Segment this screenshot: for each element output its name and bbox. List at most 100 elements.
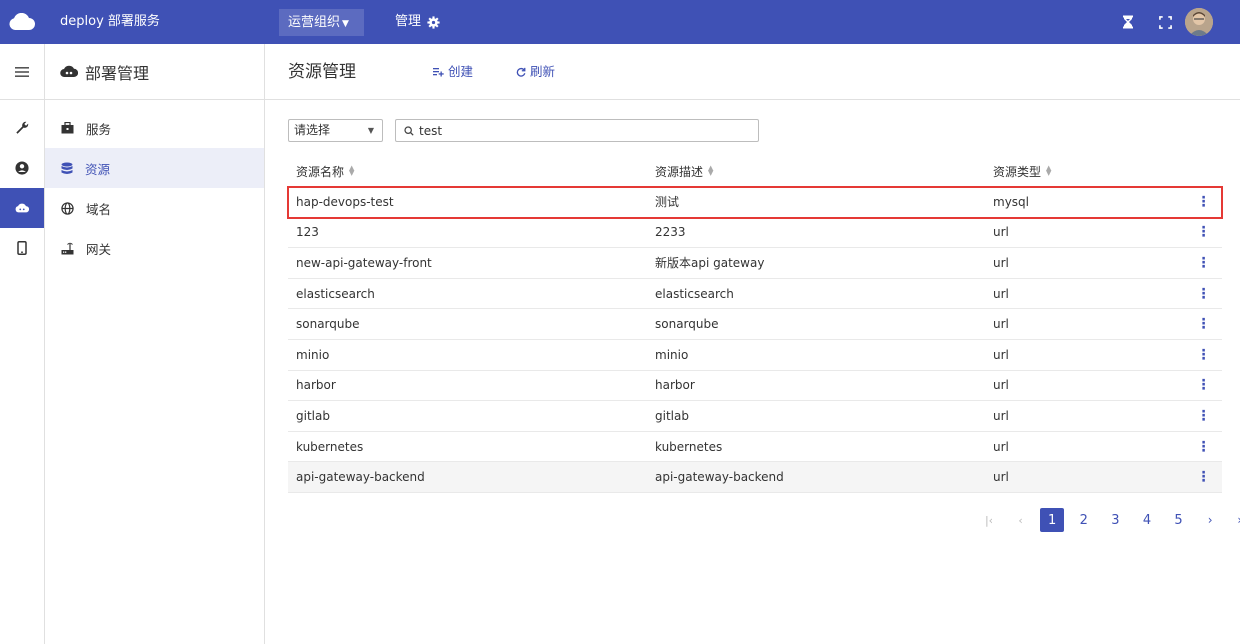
table-row[interactable]: api-gateway-backend api-gateway-backend … — [288, 462, 1222, 493]
menu-item-gateway[interactable]: 网关 — [45, 228, 264, 268]
column-header-desc[interactable]: 资源描述 ▲ ▼ — [655, 163, 985, 180]
page-button[interactable]: 3 — [1103, 508, 1127, 532]
hamburger-menu-icon[interactable] — [0, 44, 44, 100]
org-selector-label: 运营组织 — [288, 15, 341, 30]
org-selector[interactable]: 运营组织 ▼ — [279, 9, 364, 36]
table-row[interactable]: minio minio url ⋮ — [288, 340, 1222, 371]
sort-icon: ▲ ▼ — [1046, 164, 1052, 177]
caret-down-icon: ▼ — [342, 19, 349, 29]
cell-desc: harbor — [655, 378, 695, 393]
sort-icon: ▲ ▼ — [708, 164, 714, 177]
pagination: |‹ ‹ 1 2 3 4 5 › ›| — [977, 508, 1240, 532]
cell-type: url — [993, 470, 1009, 485]
column-header-name[interactable]: 资源名称 ▲ ▼ — [296, 163, 647, 180]
more-vert-icon[interactable]: ⋮ — [1197, 440, 1211, 454]
menu-header: 部署管理 — [45, 44, 264, 100]
column-header-label: 资源类型 — [993, 164, 1042, 179]
gear-icon — [427, 15, 440, 29]
more-vert-icon[interactable]: ⋮ — [1197, 287, 1211, 301]
cell-desc: 测试 — [655, 195, 680, 210]
deploy-menu: 部署管理 服务 资源 域名 网关 — [45, 44, 265, 644]
cell-desc: elasticsearch — [655, 286, 734, 301]
more-vert-icon[interactable]: ⋮ — [1197, 256, 1211, 270]
menu-item-service[interactable]: 服务 — [45, 108, 264, 148]
cell-type: url — [993, 378, 1009, 393]
table-row[interactable]: kubernetes kubernetes url ⋮ — [288, 432, 1222, 463]
cell-name: gitlab — [296, 408, 330, 423]
table-row[interactable]: 123 2233 url ⋮ — [288, 218, 1222, 249]
content-header: 资源管理 创建 刷新 — [265, 44, 1240, 100]
avatar[interactable] — [1185, 8, 1213, 36]
cell-name: hap-devops-test — [296, 194, 394, 209]
table-header: 资源名称 ▲ ▼ 资源描述 ▲ ▼ 资源类型 ▲ ▼ — [288, 156, 1222, 187]
page-button[interactable]: 1 — [1040, 508, 1065, 532]
cell-desc: minio — [655, 347, 689, 362]
cell-type: url — [993, 347, 1009, 362]
prev-page-icon[interactable]: ‹ — [1009, 508, 1033, 532]
more-vert-icon[interactable]: ⋮ — [1197, 225, 1211, 239]
filter-select-value: 请选择 — [294, 123, 331, 137]
top-bar: deploy 部署服务 运营组织 ▼ 管理 — [0, 0, 1240, 44]
cell-desc: sonarqube — [655, 317, 719, 332]
database-icon — [61, 162, 73, 174]
fullscreen-icon[interactable] — [1155, 12, 1175, 32]
create-label: 创建 — [448, 64, 474, 79]
menu-item-label: 服务 — [86, 121, 112, 137]
table-row[interactable]: new-api-gateway-front 新版本api gateway url… — [288, 248, 1222, 279]
hourglass-icon[interactable] — [1118, 12, 1138, 32]
table-row[interactable]: elasticsearch elasticsearch url ⋮ — [288, 279, 1222, 310]
resource-table: 资源名称 ▲ ▼ 资源描述 ▲ ▼ 资源类型 ▲ ▼ hap-devops-test 测试 … — [287, 156, 1223, 493]
cell-type: url — [993, 225, 1009, 240]
menu-item-resource[interactable]: 资源 — [45, 148, 264, 188]
cloud-icon — [60, 65, 78, 78]
refresh-icon — [516, 67, 526, 77]
refresh-button[interactable]: 刷新 — [516, 44, 555, 100]
cell-type: url — [993, 439, 1009, 454]
filter-select[interactable]: 请选择 ▼ — [288, 119, 383, 142]
search-value: test — [419, 123, 443, 138]
column-header-type[interactable]: 资源类型 ▲ ▼ — [993, 163, 1185, 180]
table-row[interactable]: hap-devops-test 测试 mysql ⋮ — [287, 186, 1223, 219]
table-row[interactable]: harbor harbor url ⋮ — [288, 371, 1222, 402]
cell-name: api-gateway-backend — [296, 470, 425, 485]
cloud-logo-icon[interactable] — [0, 0, 44, 44]
page-button[interactable]: 5 — [1167, 508, 1191, 532]
page-button[interactable]: 4 — [1135, 508, 1159, 532]
menu-item-label: 网关 — [86, 241, 112, 257]
sort-icon: ▲ ▼ — [349, 164, 355, 177]
more-vert-icon[interactable]: ⋮ — [1197, 470, 1211, 484]
manage-label: 管理 — [395, 14, 422, 29]
cell-desc: 新版本api gateway — [655, 256, 765, 271]
cell-name: harbor — [296, 378, 336, 393]
wrench-icon[interactable] — [0, 108, 44, 148]
menu-header-title: 部署管理 — [85, 63, 150, 83]
cell-name: 123 — [296, 225, 319, 240]
cell-desc: api-gateway-backend — [655, 470, 784, 485]
more-vert-icon[interactable]: ⋮ — [1197, 409, 1211, 423]
table-row[interactable]: gitlab gitlab url ⋮ — [288, 401, 1222, 432]
last-page-icon[interactable]: ›| — [1230, 508, 1240, 532]
manage-menu[interactable]: 管理 — [395, 0, 440, 44]
account-circle-icon[interactable] — [0, 148, 44, 188]
main-content: 资源管理 创建 刷新 请选择 ▼ test 资源名称 ▲ ▼ 资源描述 ▲ ▼ 资源类型… — [265, 44, 1240, 644]
cell-name: minio — [296, 347, 330, 362]
cloud-deploy-icon[interactable] — [0, 188, 44, 228]
cell-name: new-api-gateway-front — [296, 255, 432, 270]
create-button[interactable]: 创建 — [433, 44, 473, 100]
phone-icon[interactable] — [0, 228, 44, 268]
table-row[interactable]: sonarqube sonarqube url ⋮ — [288, 309, 1222, 340]
more-vert-icon[interactable]: ⋮ — [1197, 378, 1211, 392]
next-page-icon[interactable]: › — [1198, 508, 1222, 532]
page-button[interactable]: 2 — [1072, 508, 1096, 532]
menu-item-domain[interactable]: 域名 — [45, 188, 264, 228]
playlist-add-icon — [433, 67, 444, 76]
cell-name: sonarqube — [296, 317, 360, 332]
search-input[interactable]: test — [395, 119, 759, 142]
first-page-icon[interactable]: |‹ — [977, 508, 1001, 532]
more-vert-icon[interactable]: ⋮ — [1197, 317, 1211, 331]
more-vert-icon[interactable]: ⋮ — [1197, 195, 1211, 209]
cell-desc: kubernetes — [655, 439, 723, 454]
cell-name: elasticsearch — [296, 286, 375, 301]
menu-item-label: 资源 — [85, 161, 111, 177]
more-vert-icon[interactable]: ⋮ — [1197, 348, 1211, 362]
